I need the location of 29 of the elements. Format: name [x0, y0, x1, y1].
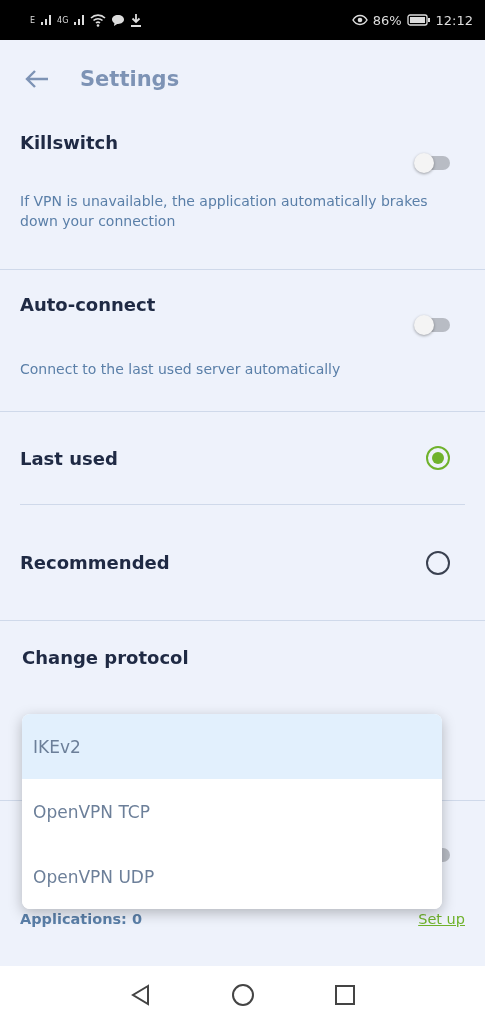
clock: 12:12	[435, 12, 473, 28]
menu-item[interactable]: OpenVPN UDP	[22, 844, 442, 909]
radio-button[interactable]	[426, 446, 450, 470]
setting-title: Killswitch	[20, 131, 120, 153]
page-title: Settings	[80, 67, 180, 91]
eye-icon	[351, 14, 368, 26]
setup-link[interactable]: Set up	[418, 911, 465, 927]
menu-item[interactable]: IKEv2	[22, 714, 442, 779]
back-icon[interactable]	[129, 984, 152, 1006]
option-label: Recommended	[20, 552, 170, 573]
network-type: 4G	[57, 15, 69, 25]
download-icon	[130, 13, 143, 27]
option-label: Last used	[20, 447, 118, 469]
home-icon[interactable]	[230, 983, 255, 1007]
chat-icon	[111, 13, 126, 27]
battery-icon	[406, 14, 431, 26]
network-type: E	[30, 15, 36, 25]
applications-count: Applications: 0	[20, 911, 143, 927]
setting-description: If VPN is unavailable, the application automatically brakes down your connection	[20, 192, 429, 231]
menu-item[interactable]: OpenVPN TCP	[22, 779, 442, 844]
radio-button[interactable]	[426, 550, 450, 575]
signal-icon	[73, 14, 86, 26]
wifi-icon	[90, 13, 107, 27]
signal-icon	[40, 14, 53, 26]
battery-level: 86%	[372, 12, 402, 28]
setting-description: Connect to the last used server automatically	[20, 360, 342, 379]
section-title: Change protocol	[21, 646, 190, 668]
recents-icon[interactable]	[333, 984, 356, 1006]
setting-title: Auto-connect	[20, 293, 157, 315]
